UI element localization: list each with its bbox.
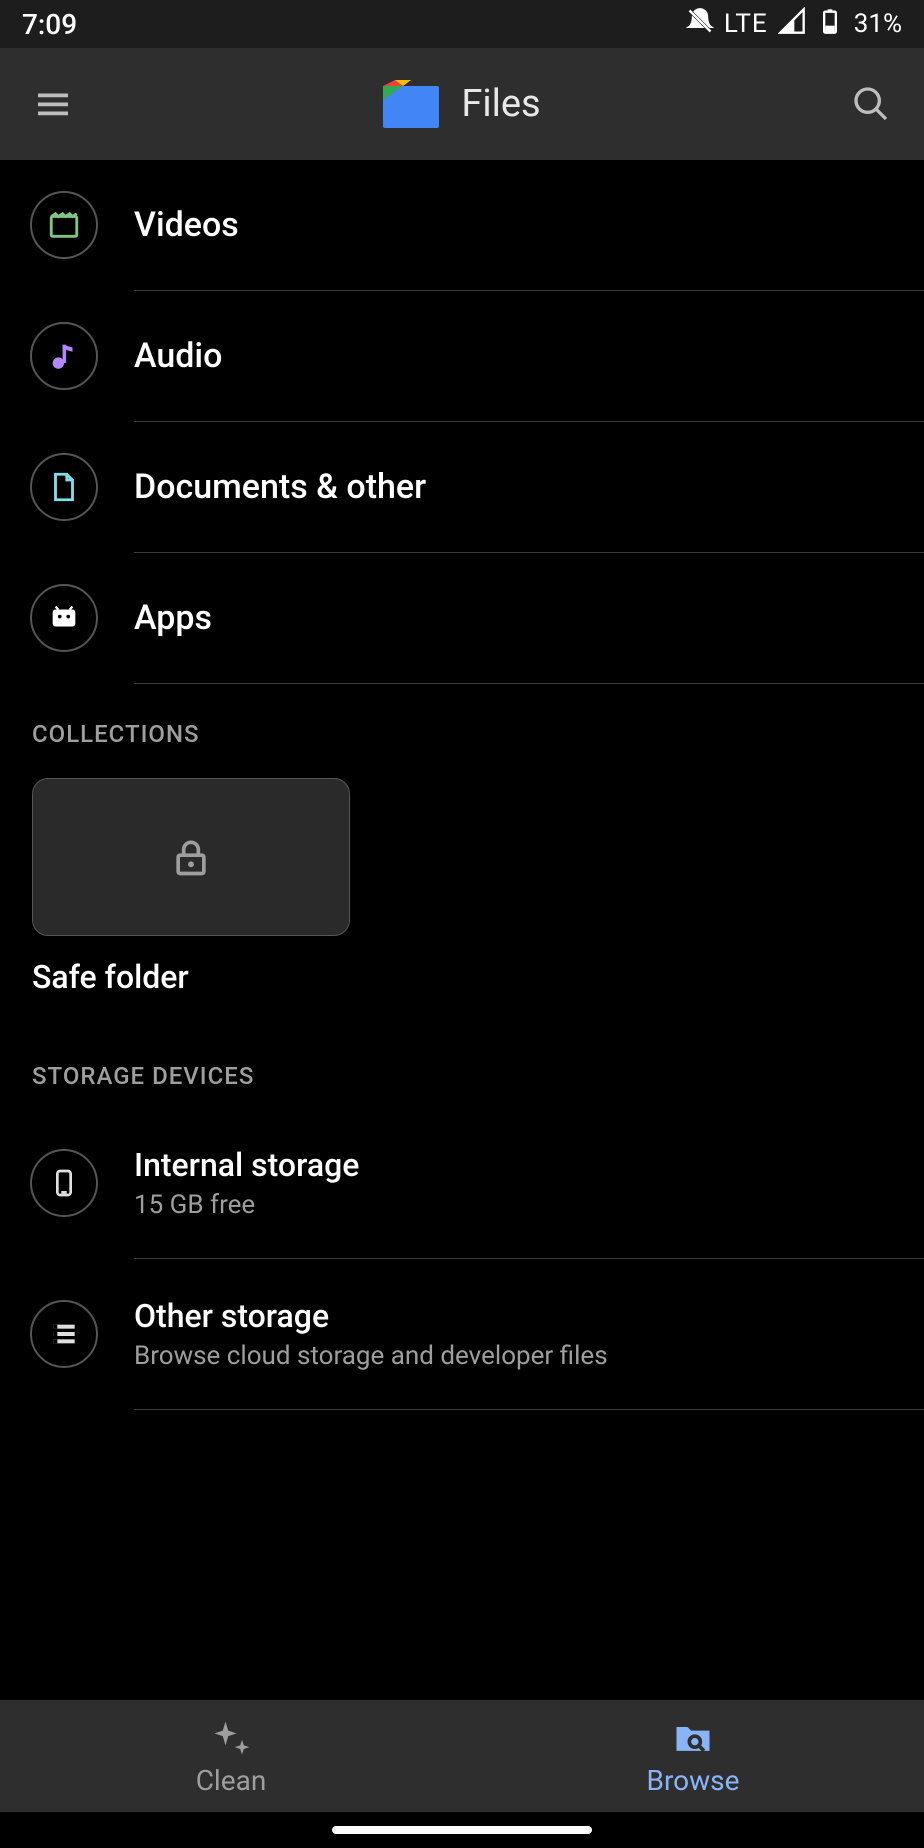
lock-icon bbox=[169, 835, 213, 879]
audio-icon bbox=[30, 322, 98, 390]
category-label: Documents & other bbox=[98, 467, 924, 507]
storage-title: Internal storage bbox=[134, 1146, 924, 1184]
search-icon bbox=[851, 84, 891, 124]
sparkle-icon bbox=[209, 1716, 253, 1760]
safe-folder-card[interactable] bbox=[32, 778, 350, 936]
nav-clean[interactable]: Clean bbox=[0, 1700, 462, 1812]
category-audio[interactable]: Audio bbox=[0, 291, 924, 421]
nav-browse[interactable]: Browse bbox=[462, 1700, 924, 1812]
bottom-nav: Clean Browse bbox=[0, 1700, 924, 1812]
home-indicator bbox=[332, 1826, 592, 1834]
section-collections: COLLECTIONS bbox=[0, 684, 924, 748]
battery-label: 31% bbox=[854, 9, 902, 39]
folder-search-icon bbox=[671, 1716, 715, 1760]
phone-icon bbox=[30, 1149, 98, 1217]
nav-label: Browse bbox=[647, 1764, 740, 1797]
search-button[interactable] bbox=[846, 79, 896, 129]
menu-button[interactable] bbox=[28, 79, 78, 129]
storage-list-icon bbox=[30, 1300, 98, 1368]
category-apps[interactable]: Apps bbox=[0, 553, 924, 683]
category-label: Apps bbox=[98, 598, 924, 638]
section-storage: STORAGE DEVICES bbox=[0, 1026, 924, 1090]
storage-internal[interactable]: Internal storage 15 GB free bbox=[0, 1108, 924, 1258]
dnd-off-icon bbox=[686, 7, 714, 42]
nav-label: Clean bbox=[196, 1764, 267, 1797]
safe-folder-label: Safe folder bbox=[32, 958, 892, 996]
videos-icon bbox=[30, 191, 98, 259]
status-time: 7:09 bbox=[22, 8, 686, 41]
storage-other[interactable]: Other storage Browse cloud storage and d… bbox=[0, 1259, 924, 1409]
gesture-bar[interactable] bbox=[0, 1812, 924, 1848]
network-label: LTE bbox=[724, 9, 768, 39]
storage-subtitle: 15 GB free bbox=[134, 1190, 924, 1220]
content: Videos Audio Documents & other Apps COLL… bbox=[0, 160, 924, 1700]
signal-icon bbox=[778, 7, 806, 42]
app-title: Files bbox=[461, 82, 540, 126]
hamburger-icon bbox=[35, 86, 71, 122]
apps-icon bbox=[30, 584, 98, 652]
storage-subtitle: Browse cloud storage and developer files bbox=[134, 1341, 924, 1371]
category-documents[interactable]: Documents & other bbox=[0, 422, 924, 552]
storage-title: Other storage bbox=[134, 1297, 924, 1335]
app-bar: Files bbox=[0, 48, 924, 160]
battery-icon bbox=[816, 7, 844, 42]
category-videos[interactable]: Videos bbox=[0, 160, 924, 290]
category-label: Audio bbox=[98, 336, 924, 376]
status-bar: 7:09 LTE 31% bbox=[0, 0, 924, 48]
document-icon bbox=[30, 453, 98, 521]
category-label: Videos bbox=[98, 205, 924, 245]
files-logo-icon bbox=[383, 80, 439, 128]
